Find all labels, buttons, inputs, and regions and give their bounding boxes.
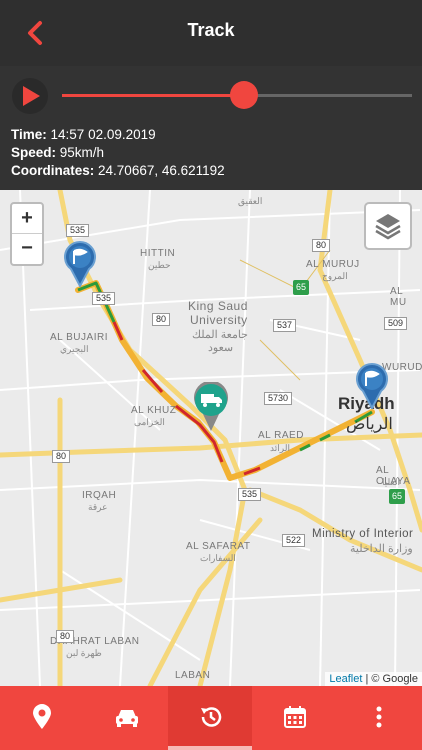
nav-history[interactable]: [168, 686, 252, 750]
coordinates-value: 24.70667, 46.621192: [98, 163, 225, 178]
label-al-safarat: AL SAFARAT: [186, 541, 251, 552]
playback-panel: Time: 14:57 02.09.2019 Speed: 95km/h Coo…: [0, 66, 422, 190]
play-button[interactable]: [12, 78, 48, 114]
time-row: Time: 14:57 02.09.2019: [11, 127, 156, 142]
location-pin-icon: [33, 704, 51, 729]
nav-vehicles[interactable]: [84, 686, 168, 750]
nav-more[interactable]: [336, 686, 420, 750]
road-shield: 5730: [264, 392, 293, 405]
layers-icon: [375, 214, 401, 240]
leaflet-link[interactable]: Leaflet: [329, 673, 362, 685]
label-ksu-ar-2: سعود: [208, 342, 234, 354]
label-al-muruj-ar: المروج: [322, 271, 348, 281]
road-shield: 535: [66, 224, 90, 237]
play-icon: [23, 86, 40, 106]
flag-marker-icon[interactable]: [355, 363, 389, 409]
road-shield: 537: [273, 319, 297, 332]
top-bar: Track: [0, 0, 422, 66]
label-al-raed-ar: الرائد: [270, 443, 290, 453]
map-view[interactable]: HITTIN حطين العقيق AL MURUJ المروج AL MU…: [0, 190, 422, 686]
history-icon: [201, 707, 222, 727]
layers-button[interactable]: [364, 202, 412, 250]
active-tab-indicator: [168, 746, 252, 750]
more-vertical-icon: [376, 706, 382, 728]
label-al-safarat-ar: السفارات: [200, 553, 236, 563]
page-title: Track: [187, 20, 235, 40]
label-aqiq-ar: العقيق: [238, 196, 263, 206]
time-value: 14:57 02.09.2019: [50, 127, 156, 142]
road-shield: 522: [282, 534, 306, 547]
label-riyadh-ar: الرياض: [346, 416, 393, 433]
label-irqah-ar: عرقة: [88, 502, 108, 512]
road-shield: 65: [389, 489, 406, 504]
slider-fill: [62, 94, 244, 97]
label-ksu-1: King Saud: [188, 299, 248, 313]
playback-slider[interactable]: [62, 81, 412, 109]
truck-marker-icon[interactable]: [192, 382, 230, 432]
road-shield: 65: [293, 280, 310, 295]
label-al-mu: AL MU: [390, 286, 407, 308]
road-shield: 80: [52, 450, 71, 463]
label-ministry: Ministry of Interior: [312, 528, 414, 540]
label-dhahrat-laban-ar: ظهرة لبن: [66, 648, 102, 658]
label-al-bujairi: AL BUJAIRI: [50, 332, 108, 343]
label-al-khuz: AL KHUZ: [131, 405, 177, 416]
label-al-bujairi-ar: البجيري: [60, 344, 89, 354]
flag-marker-icon[interactable]: [63, 241, 97, 287]
label-al-raed: AL RAED: [258, 430, 304, 441]
coordinates-label: Coordinates: [11, 163, 90, 178]
label-ksu-2: University: [190, 313, 248, 327]
speed-row: Speed: 95km/h: [11, 145, 105, 160]
coordinates-row: Coordinates: 24.70667, 46.621192: [11, 163, 225, 178]
car-icon: [116, 710, 138, 727]
label-al-olaya-ar: العليا: [382, 477, 401, 487]
road-shield: 80: [56, 630, 75, 643]
zoom-out-button[interactable]: −: [12, 234, 42, 264]
map-attribution: Leaflet | © Google: [325, 672, 422, 686]
label-hittin-ar: حطين: [148, 260, 171, 270]
label-irqah: IRQAH: [82, 490, 117, 501]
slider-thumb[interactable]: [230, 81, 258, 109]
label-ksu-ar-1: جامعة الملك: [192, 329, 248, 341]
road-shield: 80: [152, 313, 171, 326]
road-shield: 509: [384, 317, 408, 330]
road-shield: 535: [92, 292, 116, 305]
zoom-control: + −: [10, 202, 44, 266]
label-al-khuz-ar: الخزامى: [134, 417, 165, 427]
nav-location[interactable]: [0, 686, 84, 750]
time-label: Time: [11, 127, 43, 142]
speed-label: Speed: [11, 145, 52, 160]
nav-calendar[interactable]: [252, 686, 336, 750]
label-hittin: HITTIN: [140, 248, 176, 259]
road-shield: 80: [312, 239, 331, 252]
label-laban: LABAN: [175, 670, 211, 681]
label-al-muruj: AL MURUJ: [306, 259, 360, 270]
label-ministry-ar: وزارة الداخلية: [350, 543, 413, 555]
calendar-icon: [284, 706, 306, 728]
zoom-in-button[interactable]: +: [12, 204, 42, 234]
speed-value: 95km/h: [59, 145, 105, 160]
attribution-text: | © Google: [362, 673, 418, 685]
road-shield: 535: [238, 488, 262, 501]
bottom-nav: [0, 686, 422, 750]
